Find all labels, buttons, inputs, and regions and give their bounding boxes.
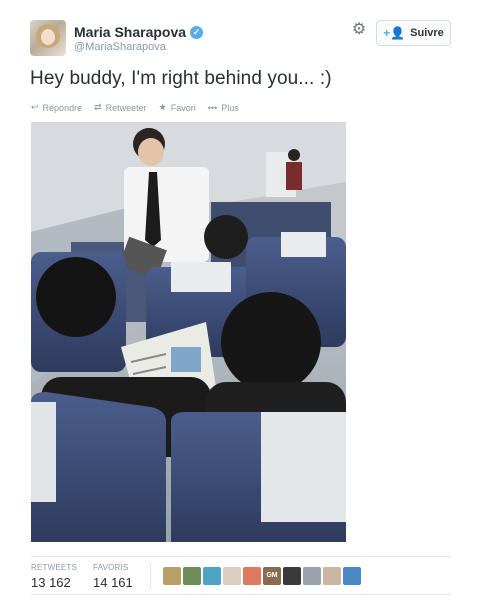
retweet-action[interactable]: ⇄ Retweeter [94,102,147,113]
favoriter-avatar[interactable] [203,567,221,585]
tweet-photo[interactable] [31,122,346,542]
gm-badge-label: GM [266,572,278,579]
favoriter-avatar[interactable] [243,567,261,585]
favorite-label: Favori [170,102,196,113]
retweets-count: 13 162 [31,575,71,590]
more-action[interactable]: ••• Plus [208,102,239,113]
favorites-count: 14 161 [93,575,133,590]
more-label: Plus [221,102,239,113]
reply-icon: ↩ [31,102,39,112]
retweet-icon: ⇄ [94,102,102,112]
follow-button-label: Suivre [410,27,444,39]
avatar-face [41,29,55,45]
favorite-action[interactable]: ★ Favori [159,102,196,113]
tweet-actions: ↩ Répondre ⇄ Retweeter ★ Favori ••• Plus [31,102,239,113]
gear-icon[interactable]: ⚙ [351,22,367,38]
favoriter-avatar[interactable] [343,567,361,585]
stats-separator [150,563,151,589]
favoriter-avatar[interactable] [323,567,341,585]
favoriter-avatar[interactable] [163,567,181,585]
screen-name[interactable]: @MariaSharapova [74,41,166,53]
display-name[interactable]: Maria Sharapova [74,24,186,40]
favorites-label: FAVORIS [93,563,129,572]
retweet-label: Retweeter [105,102,147,113]
favoriters-avatars: GM [163,567,361,585]
favorites-stat[interactable]: FAVORIS 14 161 [93,563,133,590]
person-plus-icon: +👤 [383,26,406,40]
airplane-cabin-image [31,122,346,542]
verified-badge-icon: ✓ [190,25,204,39]
stats-divider-bottom [31,594,451,595]
follow-button[interactable]: +👤 Suivre [376,20,451,46]
favoriter-avatar[interactable] [183,567,201,585]
favoriter-avatar[interactable]: GM [263,567,281,585]
name-row: Maria Sharapova ✓ [74,24,204,40]
more-dots-icon: ••• [207,102,218,113]
tweet-text: Hey buddy, I'm right behind you... :) [30,68,332,89]
favoriter-avatar[interactable] [283,567,301,585]
tweet-header: Maria Sharapova ✓ @MariaSharapova ⚙ +👤 S… [30,18,451,58]
retweets-label: RETWEETS [31,563,78,572]
favoriter-avatar[interactable] [303,567,321,585]
reply-label: Répondre [42,102,83,113]
avatar[interactable] [30,20,66,56]
star-icon: ★ [158,102,167,112]
reply-action[interactable]: ↩ Répondre [31,102,82,113]
stats-divider-top [31,556,451,557]
retweets-stat[interactable]: RETWEETS 13 162 [31,563,77,590]
favoriter-avatar[interactable] [223,567,241,585]
